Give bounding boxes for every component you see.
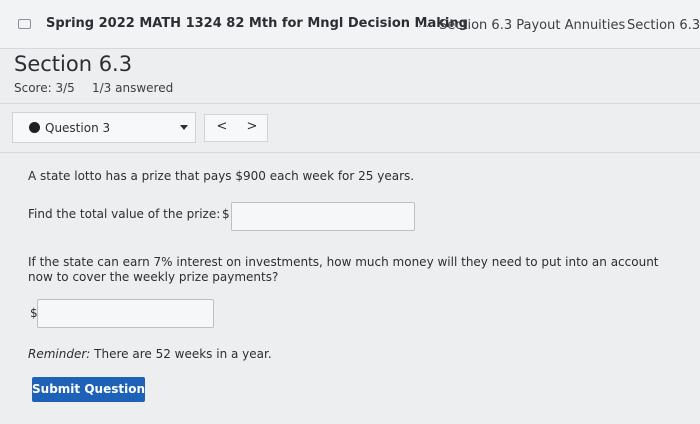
score-text: Score: 3/5 xyxy=(14,81,75,95)
page-title: Section 6.3 xyxy=(14,52,133,76)
next-question-button[interactable]: > xyxy=(243,119,261,134)
filled-circle-icon xyxy=(29,122,40,133)
course-title[interactable]: Spring 2022 MATH 1324 82 Mth for Mngl De… xyxy=(46,16,468,31)
divider xyxy=(0,103,700,104)
breadcrumb-current[interactable]: Section 6.3 Payout Annuities xyxy=(439,18,625,33)
question-nav: < > xyxy=(204,114,268,142)
divider xyxy=(0,152,700,153)
reminder-note: Reminder: There are 52 weeks in a year. xyxy=(28,347,272,361)
question-select[interactable]: Question 3 xyxy=(12,112,196,143)
caret-down-icon xyxy=(180,125,188,130)
reminder-label: Reminder: xyxy=(28,347,91,361)
previous-question-button[interactable]: < xyxy=(213,119,231,134)
window-icon[interactable] xyxy=(18,19,31,29)
answered-count: 1/3 answered xyxy=(92,81,174,95)
total-value-label: Find the total value of the prize: xyxy=(28,207,221,221)
total-value-input[interactable] xyxy=(231,202,415,231)
deposit-input[interactable] xyxy=(37,299,214,328)
interest-question: If the state can earn 7% interest on inv… xyxy=(28,255,659,284)
problem-statement: A state lotto has a prize that pays $900… xyxy=(28,169,415,183)
currency-symbol: $ xyxy=(222,207,230,221)
reminder-text: There are 52 weeks in a year. xyxy=(94,347,272,361)
question-select-label: Question 3 xyxy=(45,121,111,135)
breadcrumb-next[interactable]: Section 6.3 xyxy=(627,18,700,33)
breadcrumb-ellipsis[interactable]: ... xyxy=(418,16,429,30)
top-bar: Spring 2022 MATH 1324 82 Mth for Mngl De… xyxy=(0,0,700,49)
submit-question-button[interactable]: Submit Question xyxy=(32,377,145,402)
